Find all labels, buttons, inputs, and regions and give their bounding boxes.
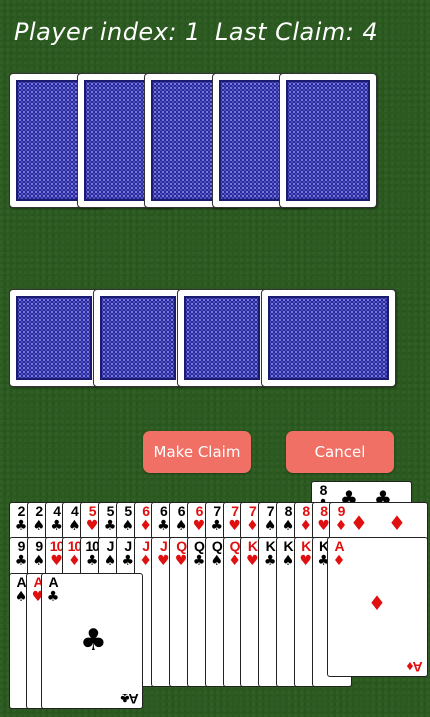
- card-rank: 8: [319, 482, 328, 498]
- opponent-card-back: [93, 289, 183, 387]
- opponent-card-back: [177, 289, 267, 387]
- player-index-value: 1: [184, 18, 201, 46]
- cancel-button[interactable]: Cancel: [286, 431, 394, 473]
- card-pip-icon: ♦: [350, 511, 368, 535]
- card-back-pattern: [100, 296, 176, 380]
- card-pip-icon: ♣: [80, 623, 107, 658]
- last-claim-label: Last Claim: 4: [215, 18, 378, 46]
- last-claim-value: 4: [362, 18, 379, 46]
- card-back-pattern: [184, 296, 260, 380]
- last-claim-text: Last Claim:: [215, 18, 355, 46]
- card-suit-icon: ♦: [334, 518, 348, 534]
- card-back-pattern: [268, 296, 389, 380]
- card-corner-index: A♦: [407, 659, 423, 675]
- card-pip-icon: ♦: [368, 591, 386, 615]
- card-suit-icon: ♣: [46, 589, 60, 605]
- hand-card[interactable]: A ♦ ♦ A♦: [327, 537, 428, 677]
- make-claim-button[interactable]: Make Claim: [143, 431, 251, 473]
- card-suit-icon: ♦: [332, 553, 346, 569]
- player-index-label: Player index: 1: [14, 18, 201, 46]
- card-back-pattern: [16, 296, 92, 380]
- card-back-pattern: [286, 80, 370, 201]
- opponent-card-back: [279, 73, 377, 208]
- card-rank: A: [48, 574, 58, 590]
- card-rank: A: [334, 538, 344, 554]
- card-rank: 9: [337, 503, 346, 519]
- opponent-card-back: [261, 289, 396, 387]
- player-index-text: Player index:: [14, 18, 177, 46]
- card-corner-index: A♣: [121, 691, 139, 707]
- card-pip-icon: ♦: [388, 511, 406, 535]
- hand-card[interactable]: A ♣ ♣ A♣: [41, 573, 143, 709]
- opponent-card-back: [9, 289, 99, 387]
